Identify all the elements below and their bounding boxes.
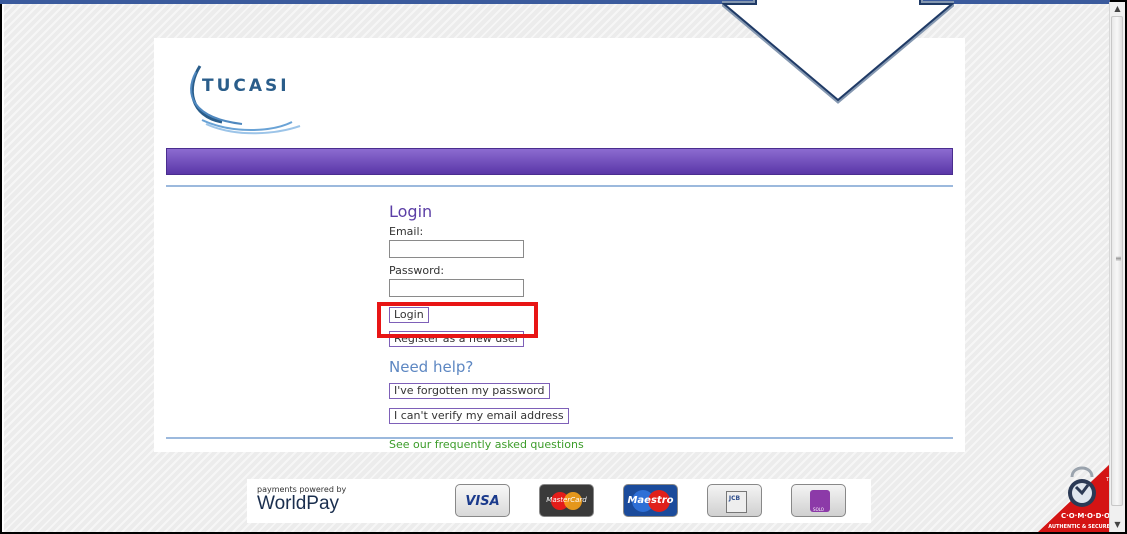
verify-email-button[interactable]: I can't verify my email address — [389, 408, 569, 424]
password-field[interactable] — [389, 279, 524, 297]
scroll-down-arrow-icon[interactable]: ▼ — [1110, 518, 1125, 532]
solo-icon: SOLO — [791, 484, 846, 517]
scroll-thumb[interactable]: ≡ — [1111, 16, 1123, 506]
svg-text:C·O·M·O·D·O: C·O·M·O·D·O — [1061, 512, 1110, 520]
help-heading: Need help? — [389, 358, 474, 376]
header-bar — [166, 148, 953, 175]
email-field[interactable] — [389, 240, 524, 258]
email-label: Email: — [389, 225, 424, 238]
scroll-up-arrow-icon[interactable]: ▲ — [1110, 2, 1125, 16]
scroll-grip-icon: ≡ — [1115, 254, 1122, 263]
forgot-password-button[interactable]: I've forgotten my password — [389, 383, 550, 399]
mastercard-icon: MasterCard — [539, 484, 594, 517]
brand-wordmark: TUCASI — [202, 76, 290, 96]
tucasi-logo — [190, 65, 301, 135]
jcb-icon: JCB — [707, 484, 762, 517]
divider-top — [166, 185, 953, 187]
divider-bottom — [166, 437, 953, 439]
login-heading: Login — [389, 202, 433, 221]
password-label: Password: — [389, 264, 445, 277]
faq-link[interactable]: See our frequently asked questions — [389, 438, 584, 451]
maestro-icon: Maestro — [623, 484, 678, 517]
comodo-seal-icon: TM C·O·M·O·D·O AUTHENTIC & SECURE — [1038, 463, 1111, 532]
payment-logos-bar: payments powered by WorldPay VISA Master… — [247, 479, 871, 523]
visa-icon: VISA — [455, 484, 510, 517]
down-arrow-icon — [722, 0, 954, 104]
svg-text:AUTHENTIC & SECURE: AUTHENTIC & SECURE — [1048, 524, 1110, 530]
worldpay-logo: WorldPay — [257, 493, 340, 514]
vertical-scrollbar[interactable]: ▲ ≡ ▼ — [1109, 2, 1125, 532]
register-highlight-box — [377, 302, 538, 338]
